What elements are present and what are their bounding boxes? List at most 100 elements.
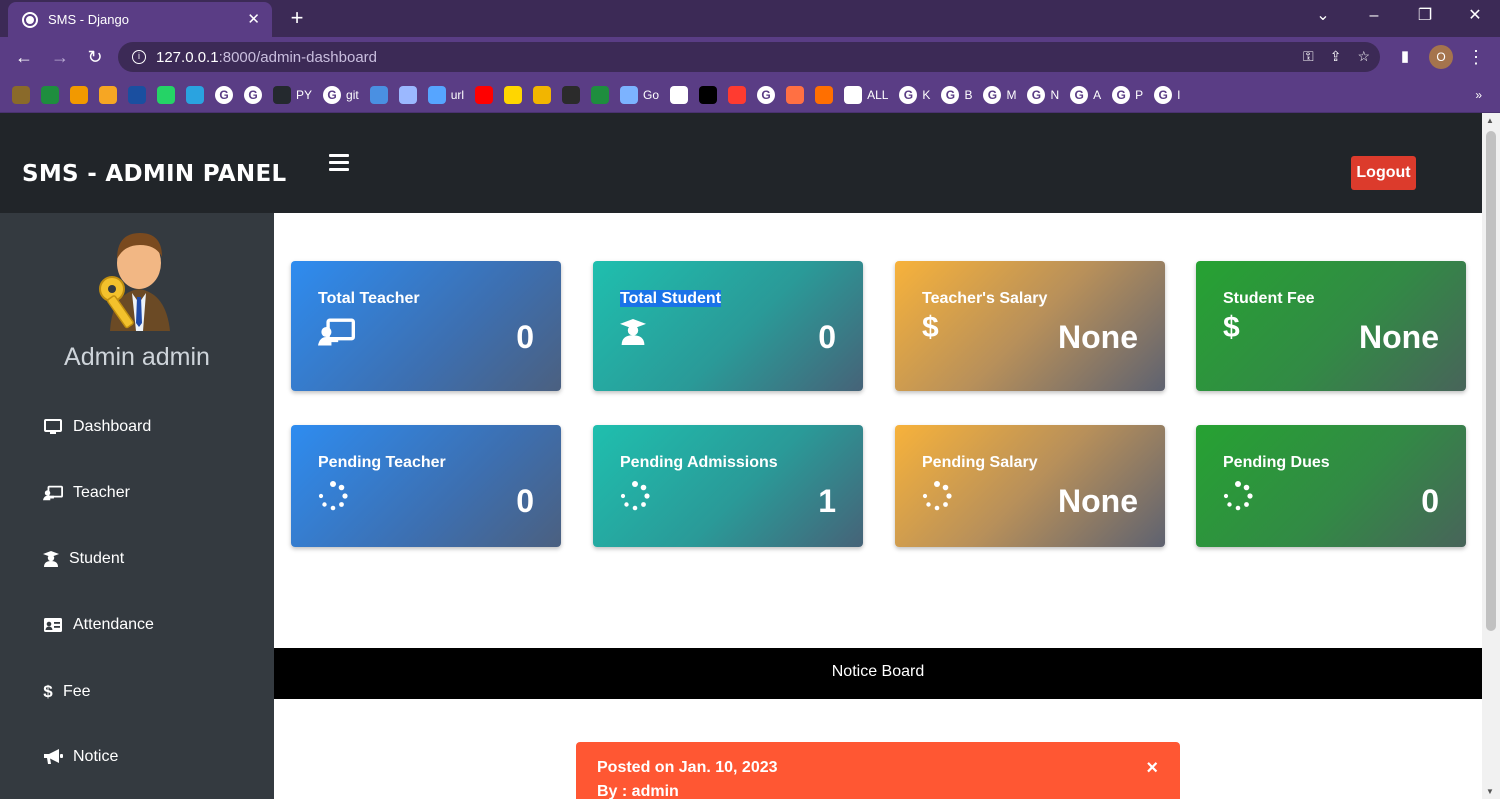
megaphone-icon [43, 749, 63, 765]
bookmark-favicon-icon [369, 85, 388, 104]
share-icon[interactable]: ⇪ [1330, 48, 1342, 65]
logout-button[interactable]: Logout [1351, 156, 1416, 190]
browser-tab-strip: SMS - Django ✕ + ⌄ – ❐ ✕ [0, 0, 1500, 37]
chalkboard-teacher-icon [318, 318, 355, 351]
bookmark-item[interactable]: G [244, 85, 262, 104]
minimize-icon[interactable]: – [1354, 4, 1394, 28]
bookmark-item[interactable] [186, 85, 204, 104]
google-icon: G [941, 85, 960, 104]
bookmark-favicon-icon [273, 85, 291, 104]
bookmark-favicon-icon [475, 85, 494, 104]
chalkboard-teacher-icon [43, 485, 63, 501]
new-tab-icon[interactable]: + [285, 6, 309, 30]
bookmark-item[interactable] [591, 85, 610, 104]
bookmark-item[interactable] [670, 85, 689, 104]
bookmark-item[interactable] [398, 85, 417, 104]
scroll-up-icon[interactable]: ▲ [1486, 116, 1494, 125]
bookmark-item[interactable]: GK [899, 85, 931, 104]
bookmark-item[interactable]: PY [273, 85, 313, 104]
bookmark-favicon-icon [12, 85, 30, 104]
bookmark-item[interactable] [815, 85, 834, 104]
bookmark-item[interactable]: GB [941, 85, 972, 104]
dollar-icon: $ [922, 311, 939, 344]
bookmark-item[interactable] [699, 85, 718, 104]
brand-title: SMS - ADMIN PANEL [22, 161, 287, 187]
sidebar-item-dashboard[interactable]: Dashboard [43, 418, 151, 436]
forward-arrow-icon[interactable]: → [47, 45, 73, 69]
card-pending-dues: Pending Dues 0 [1196, 425, 1466, 547]
bookmark-item[interactable] [369, 85, 388, 104]
browser-tab[interactable]: SMS - Django ✕ [8, 2, 272, 37]
reload-icon[interactable]: ↻ [82, 45, 108, 69]
bookmarks-overflow-icon[interactable]: » [1475, 88, 1482, 102]
bookmark-label: K [922, 87, 931, 102]
window-close-icon[interactable]: ✕ [1455, 4, 1495, 28]
close-icon[interactable]: × [1146, 757, 1158, 780]
bookmark-label: P [1135, 87, 1144, 102]
bookmark-item[interactable] [728, 85, 747, 104]
google-icon: G [323, 85, 342, 104]
bookmark-label: PY [296, 87, 313, 102]
card-title: Pending Dues [1223, 454, 1330, 471]
address-bar[interactable]: i 127.0.0.1:8000/admin-dashboard ⚿ ⇪ ☆ [118, 42, 1380, 72]
site-info-icon[interactable]: i [132, 50, 146, 64]
bookmark-favicon-icon [533, 85, 552, 104]
bookmark-item[interactable]: Go [620, 85, 659, 104]
bookmark-item[interactable]: GP [1112, 85, 1144, 104]
sidebar-item-notice[interactable]: Notice [43, 748, 118, 766]
bookmark-item[interactable] [12, 85, 30, 104]
card-teacher-salary: Teacher's Salary $ None [895, 261, 1165, 391]
graduate-icon [43, 551, 59, 567]
bookmark-item[interactable]: GI [1154, 85, 1181, 104]
card-title: Pending Salary [922, 454, 1038, 471]
scrollbar-thumb[interactable] [1486, 131, 1496, 631]
back-arrow-icon[interactable]: ← [11, 45, 37, 69]
bookmark-item[interactable]: GM [983, 85, 1016, 104]
card-student-fee: Student Fee $ None [1196, 261, 1466, 391]
scroll-down-icon[interactable]: ▼ [1486, 787, 1494, 796]
bookmark-item[interactable] [128, 85, 146, 104]
sidebar-item-fee[interactable]: $ Fee [43, 682, 90, 702]
bookmark-item[interactable]: ALL [844, 85, 888, 104]
menu-kebab-icon[interactable]: ⋮ [1463, 45, 1489, 69]
bookmark-item[interactable] [41, 85, 59, 104]
hamburger-menu-icon[interactable] [329, 154, 349, 175]
sidebar-item-teacher[interactable]: Teacher [43, 484, 130, 502]
sidebar-item-attendance[interactable]: Attendance [43, 616, 154, 634]
id-card-icon [43, 618, 63, 632]
sidebar-item-label: Teacher [73, 484, 130, 501]
bookmark-star-icon[interactable]: ☆ [1357, 48, 1370, 65]
card-total-student: Total Student 0 [593, 261, 863, 391]
tab-close-icon[interactable]: ✕ [247, 12, 260, 27]
bookmark-item[interactable]: GN [1027, 85, 1059, 104]
card-pending-salary: Pending Salary None [895, 425, 1165, 547]
graduate-icon [620, 318, 646, 351]
bookmark-item[interactable]: GA [1070, 85, 1101, 104]
page-scrollbar[interactable]: ▲ ▼ [1482, 113, 1500, 799]
bookmark-favicon-icon [504, 85, 523, 104]
bookmark-item[interactable] [504, 85, 523, 104]
tab-search-icon[interactable]: ⌄ [1303, 4, 1343, 28]
side-panel-icon[interactable]: ▮ [1392, 45, 1418, 69]
bookmark-item[interactable] [475, 85, 494, 104]
bookmark-item[interactable] [786, 85, 805, 104]
bookmark-item[interactable]: url [427, 85, 464, 104]
key-icon[interactable]: ⚿ [1303, 48, 1314, 65]
sidebar-item-student[interactable]: Student [43, 550, 124, 568]
bookmark-item[interactable] [533, 85, 552, 104]
card-value: None [1058, 483, 1138, 519]
bookmark-item[interactable]: Ggit [323, 85, 359, 104]
profile-avatar[interactable]: O [1429, 45, 1453, 69]
bookmark-favicon-icon [562, 85, 581, 104]
bookmark-item[interactable]: G [215, 85, 233, 104]
google-icon: G [1112, 85, 1131, 104]
browser-toolbar: ← → ↻ i 127.0.0.1:8000/admin-dashboard ⚿… [0, 37, 1500, 77]
bookmark-item[interactable] [562, 85, 581, 104]
bookmark-item[interactable]: G [757, 85, 776, 104]
restore-icon[interactable]: ❐ [1405, 4, 1445, 28]
bookmark-item[interactable] [157, 85, 175, 104]
bookmark-item[interactable] [99, 85, 117, 104]
bookmark-favicon-icon [620, 85, 639, 104]
bookmark-item[interactable] [70, 85, 88, 104]
bookmark-favicon-icon [591, 85, 610, 104]
